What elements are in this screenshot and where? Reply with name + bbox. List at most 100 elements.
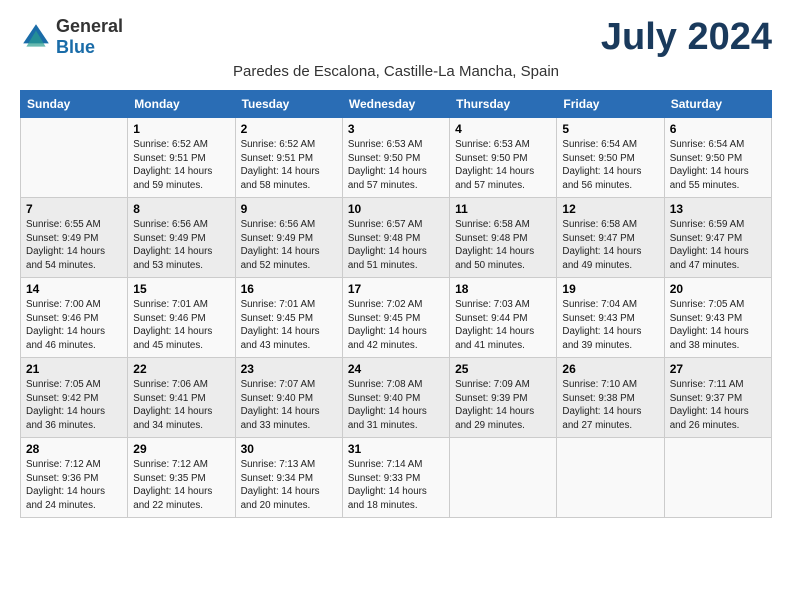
day-number: 8 [133, 202, 229, 216]
month-title: July 2024 [601, 16, 772, 59]
day-info: Sunrise: 7:05 AM Sunset: 9:43 PM Dayligh… [670, 298, 766, 353]
day-info: Sunrise: 6:57 AM Sunset: 9:48 PM Dayligh… [348, 218, 444, 273]
day-number: 7 [26, 202, 122, 216]
day-info: Sunrise: 6:58 AM Sunset: 9:48 PM Dayligh… [455, 218, 551, 273]
day-info: Sunrise: 7:11 AM Sunset: 9:37 PM Dayligh… [670, 378, 766, 433]
day-number: 2 [241, 122, 337, 136]
day-info: Sunrise: 7:12 AM Sunset: 9:36 PM Dayligh… [26, 458, 122, 513]
week-row: 28 Sunrise: 7:12 AM Sunset: 9:36 PM Dayli… [21, 438, 772, 518]
day-number: 9 [241, 202, 337, 216]
day-number: 1 [133, 122, 229, 136]
calendar-cell [664, 438, 771, 518]
calendar-cell [557, 438, 664, 518]
day-number: 19 [562, 282, 658, 296]
day-number: 13 [670, 202, 766, 216]
day-info: Sunrise: 6:59 AM Sunset: 9:47 PM Dayligh… [670, 218, 766, 273]
day-number: 16 [241, 282, 337, 296]
calendar-cell: 17Sunrise: 7:02 AM Sunset: 9:45 PM Dayli… [342, 278, 449, 358]
calendar-cell: 22Sunrise: 7:06 AM Sunset: 9:41 PM Dayli… [128, 358, 235, 438]
day-header-friday: Friday [557, 91, 664, 118]
calendar-cell: 3Sunrise: 6:53 AM Sunset: 9:50 PM Daylig… [342, 118, 449, 198]
day-number: 15 [133, 282, 229, 296]
calendar-cell: 24 Sunrise: 7:08 AM Sunset: 9:40 PM Dayli… [342, 358, 449, 438]
calendar-cell: 15 Sunrise: 7:01 AM Sunset: 9:46 PM Dayli… [128, 278, 235, 358]
week-row: 7 Sunrise: 6:55 AM Sunset: 9:49 PM Daylig… [21, 198, 772, 278]
calendar-cell: 4 Sunrise: 6:53 AM Sunset: 9:50 PM Daylig… [450, 118, 557, 198]
day-info: Sunrise: 7:00 AM Sunset: 9:46 PM Dayligh… [26, 298, 122, 353]
calendar-cell: 29 Sunrise: 7:12 AM Sunset: 9:35 PM Dayli… [128, 438, 235, 518]
day-info: Sunrise: 7:09 AM Sunset: 9:39 PM Dayligh… [455, 378, 551, 433]
day-number: 5 [562, 122, 658, 136]
logo: General Blue [20, 16, 123, 58]
day-number: 31 [348, 442, 444, 456]
day-number: 30 [241, 442, 337, 456]
day-number: 25 [455, 362, 551, 376]
calendar-cell: 25 Sunrise: 7:09 AM Sunset: 9:39 PM Dayli… [450, 358, 557, 438]
day-info: Sunrise: 6:54 AM Sunset: 9:50 PM Dayligh… [562, 138, 658, 193]
day-number: 11 [455, 202, 551, 216]
calendar-cell: 27 Sunrise: 7:11 AM Sunset: 9:37 PM Dayli… [664, 358, 771, 438]
day-header-sunday: Sunday [21, 91, 128, 118]
day-number: 21 [26, 362, 122, 376]
week-row: 21Sunrise: 7:05 AM Sunset: 9:42 PM Dayli… [21, 358, 772, 438]
calendar-cell: 8 Sunrise: 6:56 AM Sunset: 9:49 PM Daylig… [128, 198, 235, 278]
day-number: 28 [26, 442, 122, 456]
calendar-cell: 28 Sunrise: 7:12 AM Sunset: 9:36 PM Dayli… [21, 438, 128, 518]
calendar-cell: 5 Sunrise: 6:54 AM Sunset: 9:50 PM Daylig… [557, 118, 664, 198]
calendar-cell: 9 Sunrise: 6:56 AM Sunset: 9:49 PM Daylig… [235, 198, 342, 278]
logo-text: General Blue [56, 16, 123, 58]
calendar-table: SundayMondayTuesdayWednesdayThursdayFrid… [20, 90, 772, 518]
day-number: 27 [670, 362, 766, 376]
day-info: Sunrise: 6:55 AM Sunset: 9:49 PM Dayligh… [26, 218, 122, 273]
day-number: 29 [133, 442, 229, 456]
day-number: 26 [562, 362, 658, 376]
page-header: General Blue July 2024 [20, 16, 772, 59]
day-info: Sunrise: 7:10 AM Sunset: 9:38 PM Dayligh… [562, 378, 658, 433]
day-header-wednesday: Wednesday [342, 91, 449, 118]
week-row: 14 Sunrise: 7:00 AM Sunset: 9:46 PM Dayli… [21, 278, 772, 358]
day-info: Sunrise: 7:13 AM Sunset: 9:34 PM Dayligh… [241, 458, 337, 513]
day-info: Sunrise: 7:07 AM Sunset: 9:40 PM Dayligh… [241, 378, 337, 433]
day-number: 23 [241, 362, 337, 376]
day-info: Sunrise: 7:12 AM Sunset: 9:35 PM Dayligh… [133, 458, 229, 513]
day-info: Sunrise: 7:02 AM Sunset: 9:45 PM Dayligh… [348, 298, 444, 353]
calendar-cell: 2Sunrise: 6:52 AM Sunset: 9:51 PM Daylig… [235, 118, 342, 198]
week-row: 1 Sunrise: 6:52 AM Sunset: 9:51 PM Daylig… [21, 118, 772, 198]
calendar-cell [21, 118, 128, 198]
day-info: Sunrise: 7:14 AM Sunset: 9:33 PM Dayligh… [348, 458, 444, 513]
calendar-cell: 14 Sunrise: 7:00 AM Sunset: 9:46 PM Dayli… [21, 278, 128, 358]
day-number: 14 [26, 282, 122, 296]
calendar-cell: 18 Sunrise: 7:03 AM Sunset: 9:44 PM Dayli… [450, 278, 557, 358]
calendar-header: SundayMondayTuesdayWednesdayThursdayFrid… [21, 91, 772, 118]
day-info: Sunrise: 6:54 AM Sunset: 9:50 PM Dayligh… [670, 138, 766, 193]
day-info: Sunrise: 6:53 AM Sunset: 9:50 PM Dayligh… [455, 138, 551, 193]
calendar-cell: 10 Sunrise: 6:57 AM Sunset: 9:48 PM Dayli… [342, 198, 449, 278]
day-info: Sunrise: 6:56 AM Sunset: 9:49 PM Dayligh… [133, 218, 229, 273]
day-number: 18 [455, 282, 551, 296]
day-info: Sunrise: 6:52 AM Sunset: 9:51 PM Dayligh… [133, 138, 229, 193]
day-info: Sunrise: 7:08 AM Sunset: 9:40 PM Dayligh… [348, 378, 444, 433]
day-info: Sunrise: 7:01 AM Sunset: 9:45 PM Dayligh… [241, 298, 337, 353]
day-info: Sunrise: 7:01 AM Sunset: 9:46 PM Dayligh… [133, 298, 229, 353]
logo-general: General [56, 16, 123, 36]
day-info: Sunrise: 7:04 AM Sunset: 9:43 PM Dayligh… [562, 298, 658, 353]
day-info: Sunrise: 6:56 AM Sunset: 9:49 PM Dayligh… [241, 218, 337, 273]
calendar-cell [450, 438, 557, 518]
day-number: 6 [670, 122, 766, 136]
calendar-cell: 31 Sunrise: 7:14 AM Sunset: 9:33 PM Dayli… [342, 438, 449, 518]
logo-icon [20, 21, 52, 53]
day-number: 4 [455, 122, 551, 136]
calendar-cell: 30 Sunrise: 7:13 AM Sunset: 9:34 PM Dayli… [235, 438, 342, 518]
calendar-cell: 6 Sunrise: 6:54 AM Sunset: 9:50 PM Daylig… [664, 118, 771, 198]
calendar-cell: 26 Sunrise: 7:10 AM Sunset: 9:38 PM Dayli… [557, 358, 664, 438]
day-info: Sunrise: 6:58 AM Sunset: 9:47 PM Dayligh… [562, 218, 658, 273]
calendar-subtitle: Paredes de Escalona, Castille-La Mancha,… [20, 63, 772, 80]
calendar-body: 1 Sunrise: 6:52 AM Sunset: 9:51 PM Daylig… [21, 118, 772, 518]
day-number: 24 [348, 362, 444, 376]
day-number: 3 [348, 122, 444, 136]
days-header-row: SundayMondayTuesdayWednesdayThursdayFrid… [21, 91, 772, 118]
day-info: Sunrise: 7:03 AM Sunset: 9:44 PM Dayligh… [455, 298, 551, 353]
logo-blue: Blue [56, 37, 95, 57]
day-number: 10 [348, 202, 444, 216]
day-header-thursday: Thursday [450, 91, 557, 118]
